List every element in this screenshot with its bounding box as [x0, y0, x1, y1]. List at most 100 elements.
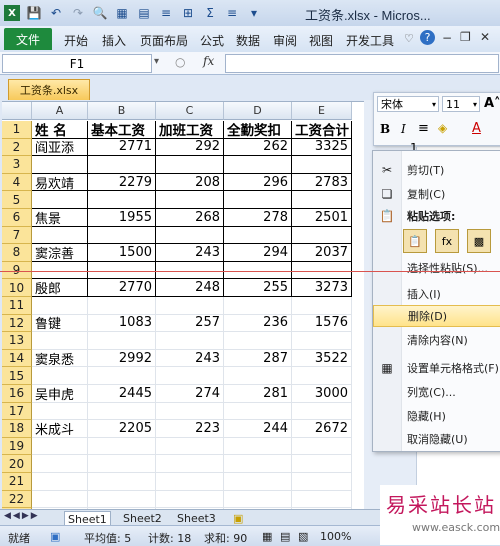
row-header[interactable]: 12: [2, 314, 32, 333]
tab-developer[interactable]: 开发工具: [346, 32, 394, 49]
paste-formulas-icon[interactable]: fx: [435, 229, 459, 253]
table-cell[interactable]: 243: [156, 244, 224, 262]
table-cell[interactable]: [292, 367, 352, 385]
tab-file[interactable]: 文件: [4, 28, 52, 50]
table-cell[interactable]: [292, 473, 352, 491]
spelling-icon[interactable]: ▤: [136, 5, 152, 21]
font-color-icon[interactable]: A: [472, 121, 481, 136]
table-cell[interactable]: [32, 402, 88, 421]
bold-icon[interactable]: B: [380, 122, 390, 136]
name-box-dropdown-icon[interactable]: ▾: [154, 56, 159, 67]
tab-formulas[interactable]: 公式: [200, 32, 224, 49]
restore-icon[interactable]: ❐: [460, 30, 471, 44]
worksheet-grid[interactable]: ABCDE1姓 名基本工资 加班工资 全勤奖扣 工资合计 2 阎亚添 2771 292 262 3…: [2, 101, 364, 510]
paste-picture-icon[interactable]: ▩: [467, 229, 491, 253]
table-cell[interactable]: [88, 437, 156, 456]
menu-item-format-cells[interactable]: ▦ 设置单元格格式(F)...: [373, 357, 500, 379]
ribbon-collapse-icon[interactable]: ♡: [404, 32, 414, 45]
page-break-view-icon[interactable]: ▧: [298, 530, 308, 543]
table-cell[interactable]: [156, 332, 224, 350]
help-icon[interactable]: ?: [420, 30, 435, 45]
table-cell[interactable]: [224, 455, 292, 473]
table-cell[interactable]: [32, 490, 88, 509]
table-cell[interactable]: 2992: [88, 349, 156, 368]
customize-toolbar-icon[interactable]: ▾: [246, 5, 262, 21]
table-cell[interactable]: 292: [156, 138, 224, 157]
table-cell[interactable]: [88, 367, 156, 385]
column-header-d[interactable]: D: [224, 102, 292, 120]
header-cell[interactable]: 加班工资: [156, 121, 224, 139]
table-cell[interactable]: [156, 490, 224, 509]
table-cell[interactable]: [88, 156, 156, 174]
table-cell[interactable]: [32, 297, 88, 315]
table-cell[interactable]: [292, 332, 352, 350]
table-cell[interactable]: [88, 191, 156, 209]
table-cell[interactable]: 2501: [292, 209, 352, 227]
font-name-select[interactable]: 宋体 ▾: [377, 96, 439, 112]
table-cell[interactable]: 255: [224, 279, 292, 297]
table-cell[interactable]: 2771: [88, 138, 156, 157]
table-cell[interactable]: 236: [224, 314, 292, 333]
table-cell[interactable]: [224, 191, 292, 209]
filter-icon[interactable]: ≡: [158, 5, 174, 21]
table-cell[interactable]: [224, 156, 292, 174]
zoom-level[interactable]: 100%: [320, 530, 351, 543]
table-cell[interactable]: 鲁键: [32, 314, 88, 332]
table-cell[interactable]: [156, 402, 224, 421]
table-cell[interactable]: [32, 191, 88, 209]
menu-item-hide[interactable]: 隐藏(H): [373, 405, 500, 427]
table-cell[interactable]: 窦泉悉: [32, 349, 88, 368]
fill-color-icon[interactable]: ◈: [438, 121, 447, 135]
sheet-tab-3[interactable]: Sheet3: [174, 511, 219, 525]
tab-home[interactable]: 开始: [64, 32, 88, 49]
menu-item-insert[interactable]: 插入(I): [373, 283, 500, 305]
row-header[interactable]: 13: [2, 332, 32, 350]
center-align-icon[interactable]: ≡: [418, 121, 429, 136]
tab-data[interactable]: 数据: [236, 32, 260, 49]
table-cell[interactable]: 244: [224, 420, 292, 438]
table-cell[interactable]: 米成斗: [32, 420, 88, 438]
borders-icon[interactable]: ⊞: [180, 5, 196, 21]
table-cell[interactable]: [224, 332, 292, 350]
row-header[interactable]: 16: [2, 385, 32, 403]
table-cell[interactable]: 3000: [292, 385, 352, 403]
table-cell[interactable]: [32, 332, 88, 350]
sheet-tab-2[interactable]: Sheet2: [120, 511, 165, 525]
table-cell[interactable]: [156, 455, 224, 473]
table-cell[interactable]: 278: [224, 209, 292, 227]
table-cell[interactable]: 1500: [88, 244, 156, 262]
formula-input[interactable]: [225, 54, 499, 73]
normal-view-icon[interactable]: ▦: [262, 530, 272, 543]
row-header[interactable]: 10: [2, 279, 32, 297]
page-layout-view-icon[interactable]: ▤: [280, 530, 290, 543]
redo-icon[interactable]: ↷: [70, 5, 86, 21]
menu-item-clear-contents[interactable]: 清除内容(N): [373, 329, 500, 351]
tab-insert[interactable]: 插入: [102, 32, 126, 49]
tab-review[interactable]: 审阅: [273, 32, 297, 49]
column-header-a[interactable]: A: [32, 102, 88, 120]
menu-item-column-width[interactable]: 列宽(C)...: [373, 381, 500, 403]
table-cell[interactable]: [88, 297, 156, 315]
table-cell[interactable]: [224, 402, 292, 421]
table-cell[interactable]: 274: [156, 385, 224, 403]
row-header[interactable]: 18: [2, 420, 32, 438]
row-header[interactable]: 1: [2, 121, 32, 139]
table-cell[interactable]: 287: [224, 349, 292, 368]
table-cell[interactable]: [292, 226, 352, 245]
table-cell[interactable]: 2205: [88, 420, 156, 438]
row-header[interactable]: 20: [2, 455, 32, 473]
table-cell[interactable]: 易欢靖: [32, 173, 88, 192]
table-cell[interactable]: 阎亚添: [32, 138, 88, 156]
align-icon[interactable]: ≡: [224, 5, 240, 21]
table-cell[interactable]: [32, 156, 88, 174]
row-header[interactable]: 15: [2, 367, 32, 385]
tab-view[interactable]: 视图: [309, 32, 333, 49]
table-cell[interactable]: 248: [156, 279, 224, 297]
column-header-e[interactable]: E: [292, 102, 352, 120]
table-cell[interactable]: 268: [156, 209, 224, 227]
row-header[interactable]: 7: [2, 226, 32, 245]
paste-icon[interactable]: 📋: [403, 229, 427, 253]
menu-item-cut[interactable]: ✂ 剪切(T): [373, 159, 500, 181]
row-header[interactable]: 5: [2, 191, 32, 209]
table-cell[interactable]: 223: [156, 420, 224, 438]
